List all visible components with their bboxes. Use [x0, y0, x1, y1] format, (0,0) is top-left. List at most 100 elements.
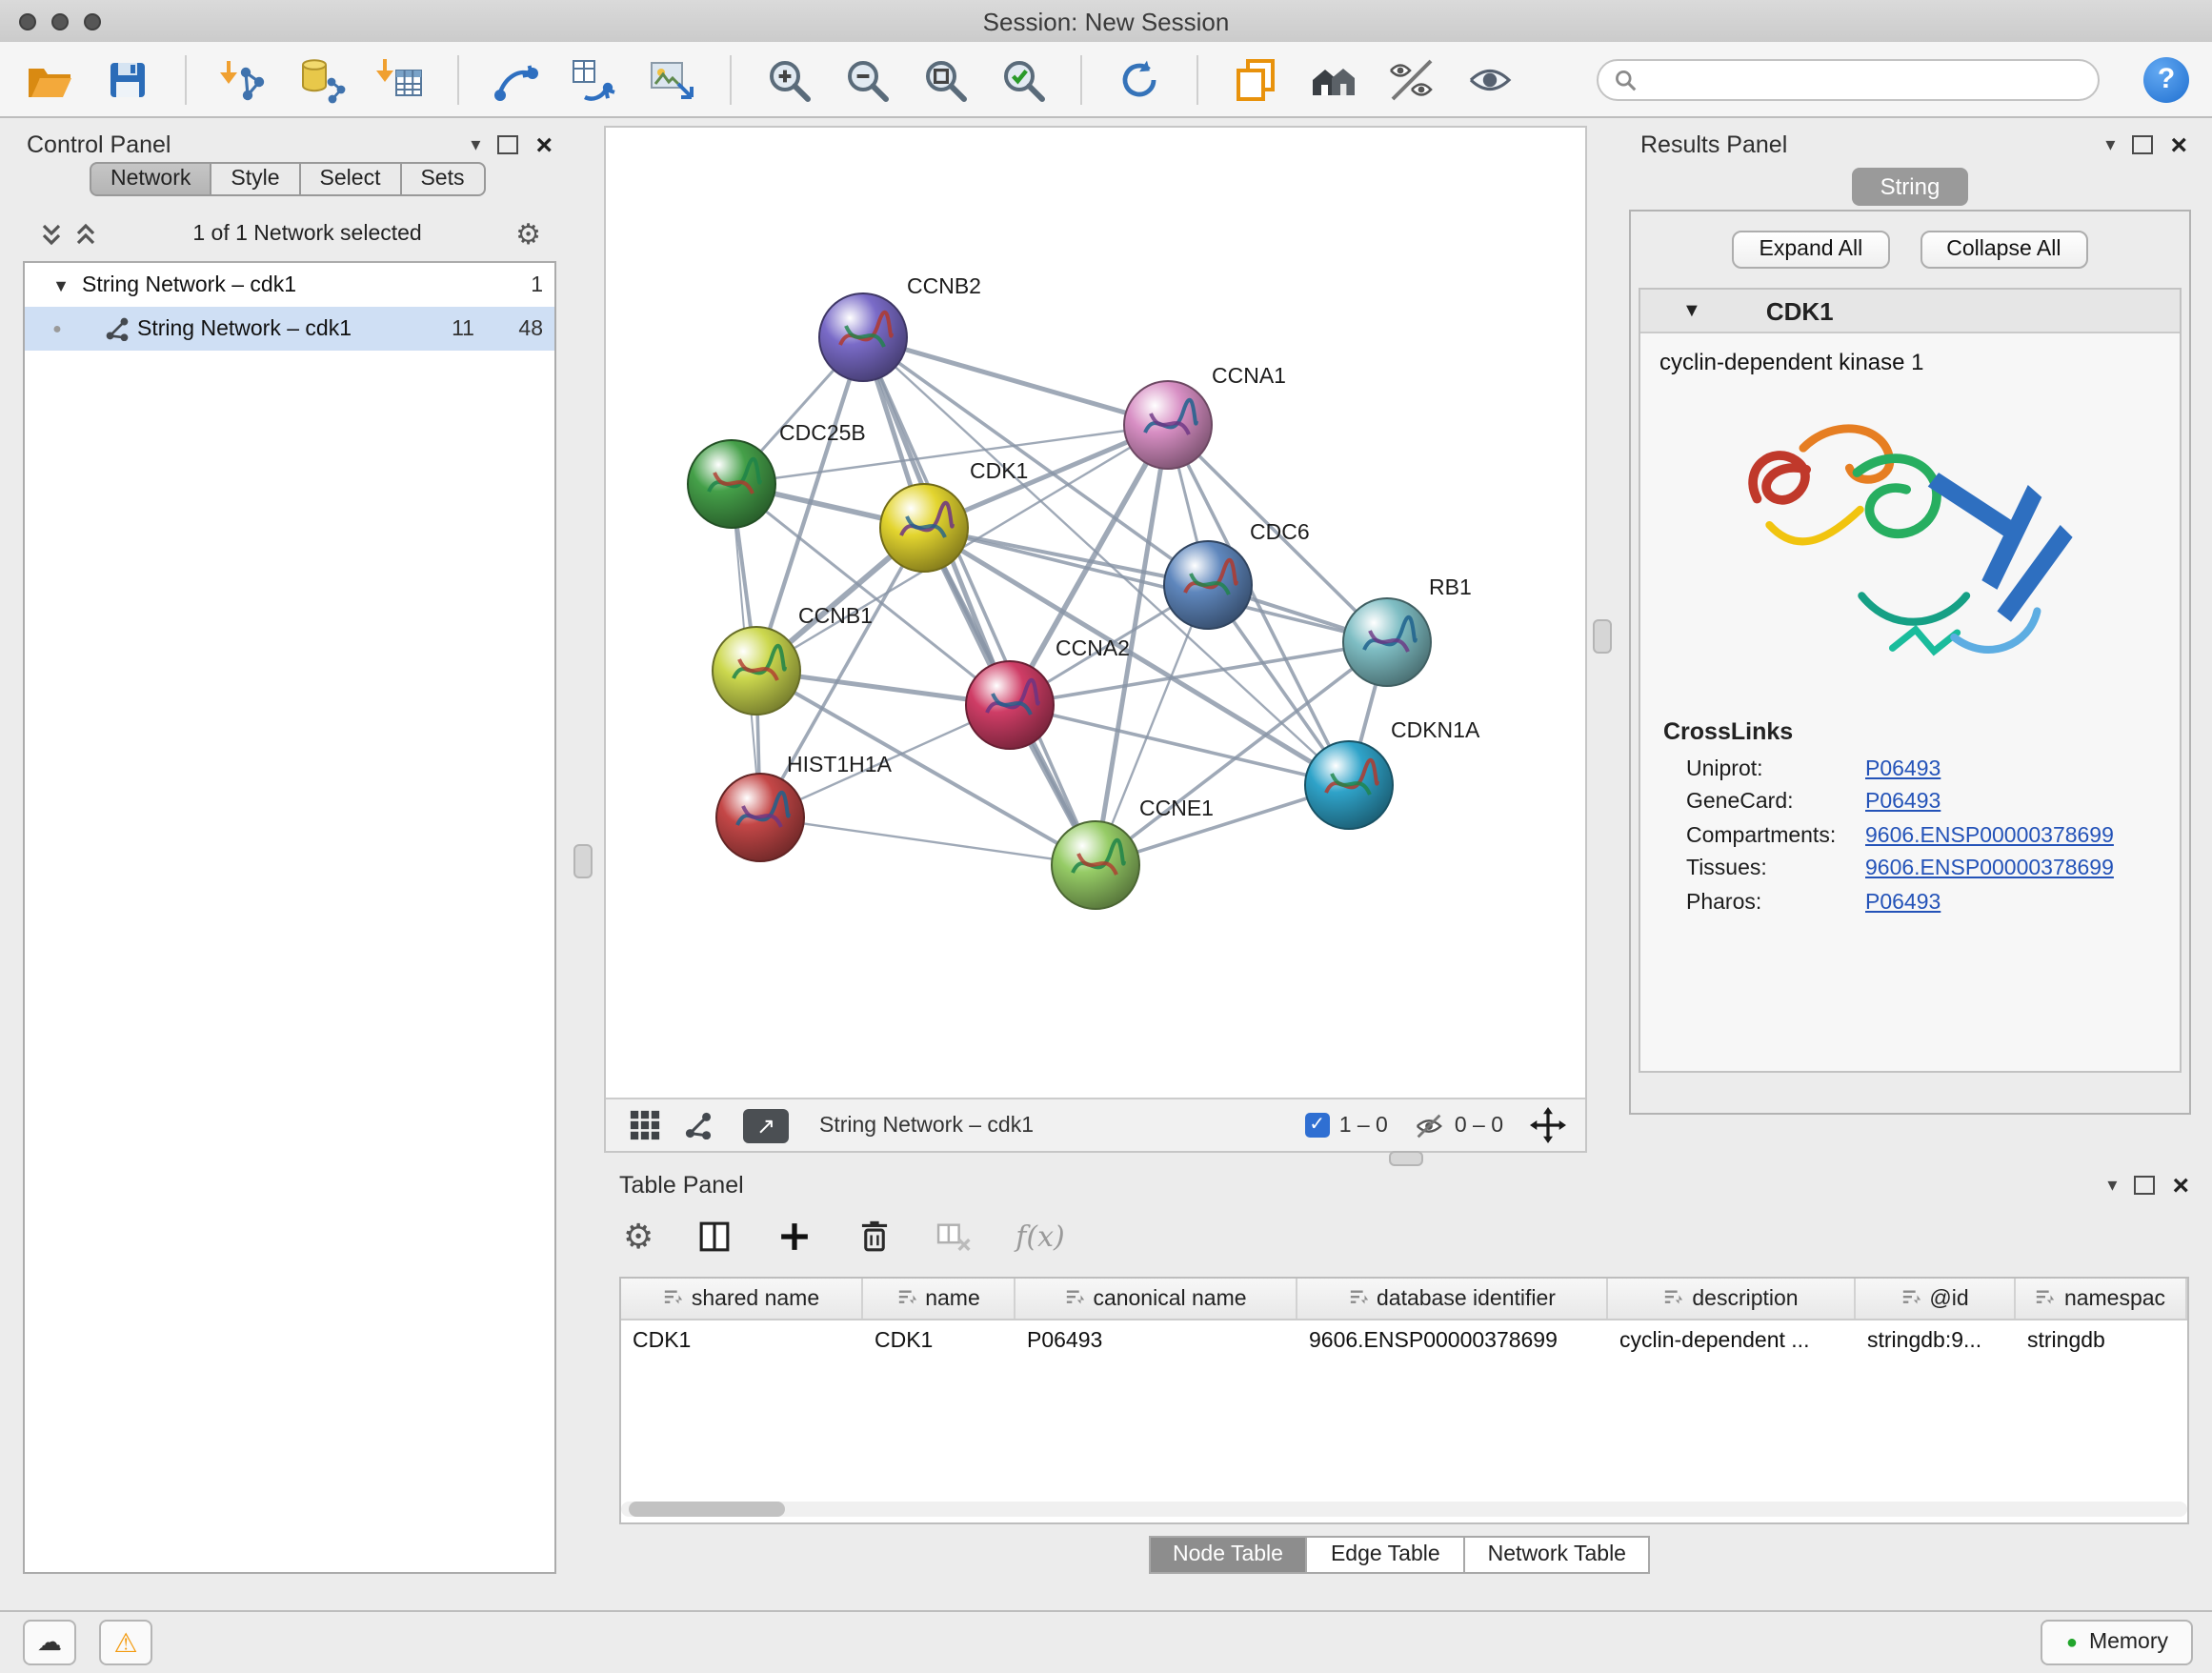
table-settings-icon[interactable]: ⚙: [623, 1219, 654, 1254]
column-header-namespac[interactable]: namespac: [2016, 1279, 2187, 1319]
horizontal-splitter-grip[interactable]: [1389, 1151, 1423, 1166]
import-network-database-button[interactable]: [295, 50, 349, 108]
expand-all-icon[interactable]: [72, 221, 99, 248]
detach-view-button[interactable]: ↗: [743, 1108, 789, 1142]
panel-menu-icon[interactable]: ▾: [2105, 134, 2115, 155]
show-all-button[interactable]: [1463, 50, 1517, 108]
network-node-ccna1[interactable]: [1124, 381, 1212, 469]
column-header-canonical-name[interactable]: canonical name: [1016, 1279, 1297, 1319]
network-node-ccnb1[interactable]: [713, 627, 800, 715]
new-network-button[interactable]: [490, 50, 543, 108]
panel-menu-icon[interactable]: ▾: [471, 134, 480, 155]
zoom-in-button[interactable]: [762, 50, 815, 108]
column-header-database-identifier[interactable]: database identifier: [1297, 1279, 1608, 1319]
expand-all-button[interactable]: Expand All: [1733, 231, 1890, 269]
collapse-all-button[interactable]: Collapse All: [1920, 231, 2087, 269]
tab-select[interactable]: Select: [299, 162, 402, 196]
column-header--id[interactable]: @id: [1856, 1279, 2016, 1319]
float-panel-icon[interactable]: [2134, 1176, 2155, 1195]
scrollbar-thumb[interactable]: [629, 1502, 785, 1517]
network-node-hist1h1a[interactable]: [716, 774, 804, 861]
protein-section-header[interactable]: ▼ CDK1: [1640, 290, 2180, 333]
close-panel-icon[interactable]: ×: [535, 131, 553, 159]
cloud-button[interactable]: ☁: [23, 1620, 76, 1665]
network-node-ccnb2[interactable]: [819, 293, 907, 381]
export-image-button[interactable]: [646, 50, 699, 108]
crosslink-link[interactable]: 9606.ENSP00000378699: [1865, 825, 2114, 848]
home-button[interactable]: [1307, 50, 1360, 108]
network-node-ccna2[interactable]: [966, 661, 1054, 749]
network-node-cdk1[interactable]: [880, 484, 968, 572]
pan-move-icon[interactable]: [1530, 1107, 1566, 1143]
warnings-button[interactable]: ⚠: [99, 1620, 152, 1665]
add-column-icon[interactable]: [775, 1218, 814, 1256]
delete-row-icon[interactable]: [855, 1218, 894, 1256]
tab-edge-table[interactable]: Edge Table: [1306, 1536, 1465, 1574]
section-collapse-icon[interactable]: ▼: [1682, 300, 1701, 321]
crosslink-link[interactable]: P06493: [1865, 892, 1941, 915]
network-canvas[interactable]: CCNB2CCNA1CDC25BCDK1CDC6RB1CCNB1CCNA2CDK…: [606, 128, 1585, 1098]
zoom-fit-button[interactable]: [918, 50, 972, 108]
network-collection-row[interactable]: ▼ String Network – cdk1 1: [25, 263, 554, 307]
help-icon[interactable]: ?: [2143, 56, 2189, 102]
protein-name: CDK1: [1766, 296, 1834, 325]
right-splitter-grip[interactable]: [1593, 619, 1612, 654]
crosslink-link[interactable]: 9606.ENSP00000378699: [1865, 858, 2114, 881]
panel-menu-icon[interactable]: ▾: [2107, 1175, 2117, 1196]
selected-checkbox-icon[interactable]: ✓: [1305, 1113, 1330, 1138]
import-table-button[interactable]: [373, 50, 427, 108]
collapse-all-icon[interactable]: [38, 221, 65, 248]
search-input[interactable]: [1597, 58, 2100, 100]
close-panel-icon[interactable]: ×: [2170, 131, 2187, 159]
tab-string[interactable]: String: [1852, 168, 1969, 206]
zoom-out-button[interactable]: [840, 50, 894, 108]
network-node-cdkn1a[interactable]: [1305, 741, 1393, 829]
network-edge[interactable]: [863, 337, 1168, 425]
network-edge[interactable]: [760, 817, 1096, 865]
column-header-shared-name[interactable]: shared name: [621, 1279, 863, 1319]
tab-style[interactable]: Style: [210, 162, 300, 196]
open-document-button[interactable]: [1229, 50, 1282, 108]
float-panel-icon[interactable]: [497, 135, 518, 154]
network-node-ccne1[interactable]: [1052, 821, 1139, 909]
show-columns-icon[interactable]: [695, 1218, 734, 1256]
birdseye-grid-icon[interactable]: [629, 1109, 661, 1141]
column-header-description[interactable]: description: [1608, 1279, 1856, 1319]
node-label-cdc25b: CDC25B: [779, 420, 866, 445]
open-session-button[interactable]: [23, 50, 76, 108]
application-window: Session: New Session: [0, 0, 2212, 1671]
column-header-name[interactable]: name: [863, 1279, 1016, 1319]
network-node-cdc25b[interactable]: [688, 440, 775, 528]
zoom-selected-button[interactable]: [996, 50, 1050, 108]
tree-collapse-icon[interactable]: ▼: [48, 275, 74, 294]
string-network-icon: [105, 316, 130, 341]
save-session-button[interactable]: [101, 50, 154, 108]
table-row[interactable]: CDK1CDK1P064939606.ENSP00000378699cyclin…: [621, 1320, 2187, 1361]
gear-icon[interactable]: ⚙: [515, 220, 541, 249]
tab-node-table[interactable]: Node Table: [1148, 1536, 1308, 1574]
search-field[interactable]: [1646, 66, 2082, 92]
crosslink-link[interactable]: P06493: [1865, 758, 1941, 781]
hide-selected-button[interactable]: [1385, 50, 1438, 108]
float-panel-icon[interactable]: [2132, 135, 2153, 154]
network-edge[interactable]: [863, 337, 1096, 865]
left-splitter-grip[interactable]: [573, 844, 593, 878]
tab-network[interactable]: Network: [90, 162, 211, 196]
horizontal-scrollbar[interactable]: [621, 1502, 2187, 1517]
network-edge[interactable]: [1010, 705, 1349, 785]
network-share-icon[interactable]: [684, 1111, 713, 1139]
import-network-file-button[interactable]: [217, 50, 271, 108]
network-node-rb1[interactable]: [1343, 598, 1431, 686]
tab-sets[interactable]: Sets: [399, 162, 485, 196]
close-panel-icon[interactable]: ×: [2172, 1171, 2189, 1199]
network-edge[interactable]: [924, 528, 1387, 642]
column-header-label: shared name: [692, 1287, 819, 1310]
crosslink-link[interactable]: P06493: [1865, 792, 1941, 815]
tab-network-table[interactable]: Network Table: [1463, 1536, 1651, 1574]
import-table-icon: [375, 54, 425, 104]
clone-network-button[interactable]: [568, 50, 621, 108]
network-tree-item[interactable]: ● String Network – cdk1 11 48: [25, 307, 554, 351]
memory-button[interactable]: ● Memory: [2041, 1620, 2193, 1665]
apply-layout-button[interactable]: [1113, 50, 1166, 108]
network-node-cdc6[interactable]: [1164, 541, 1252, 629]
